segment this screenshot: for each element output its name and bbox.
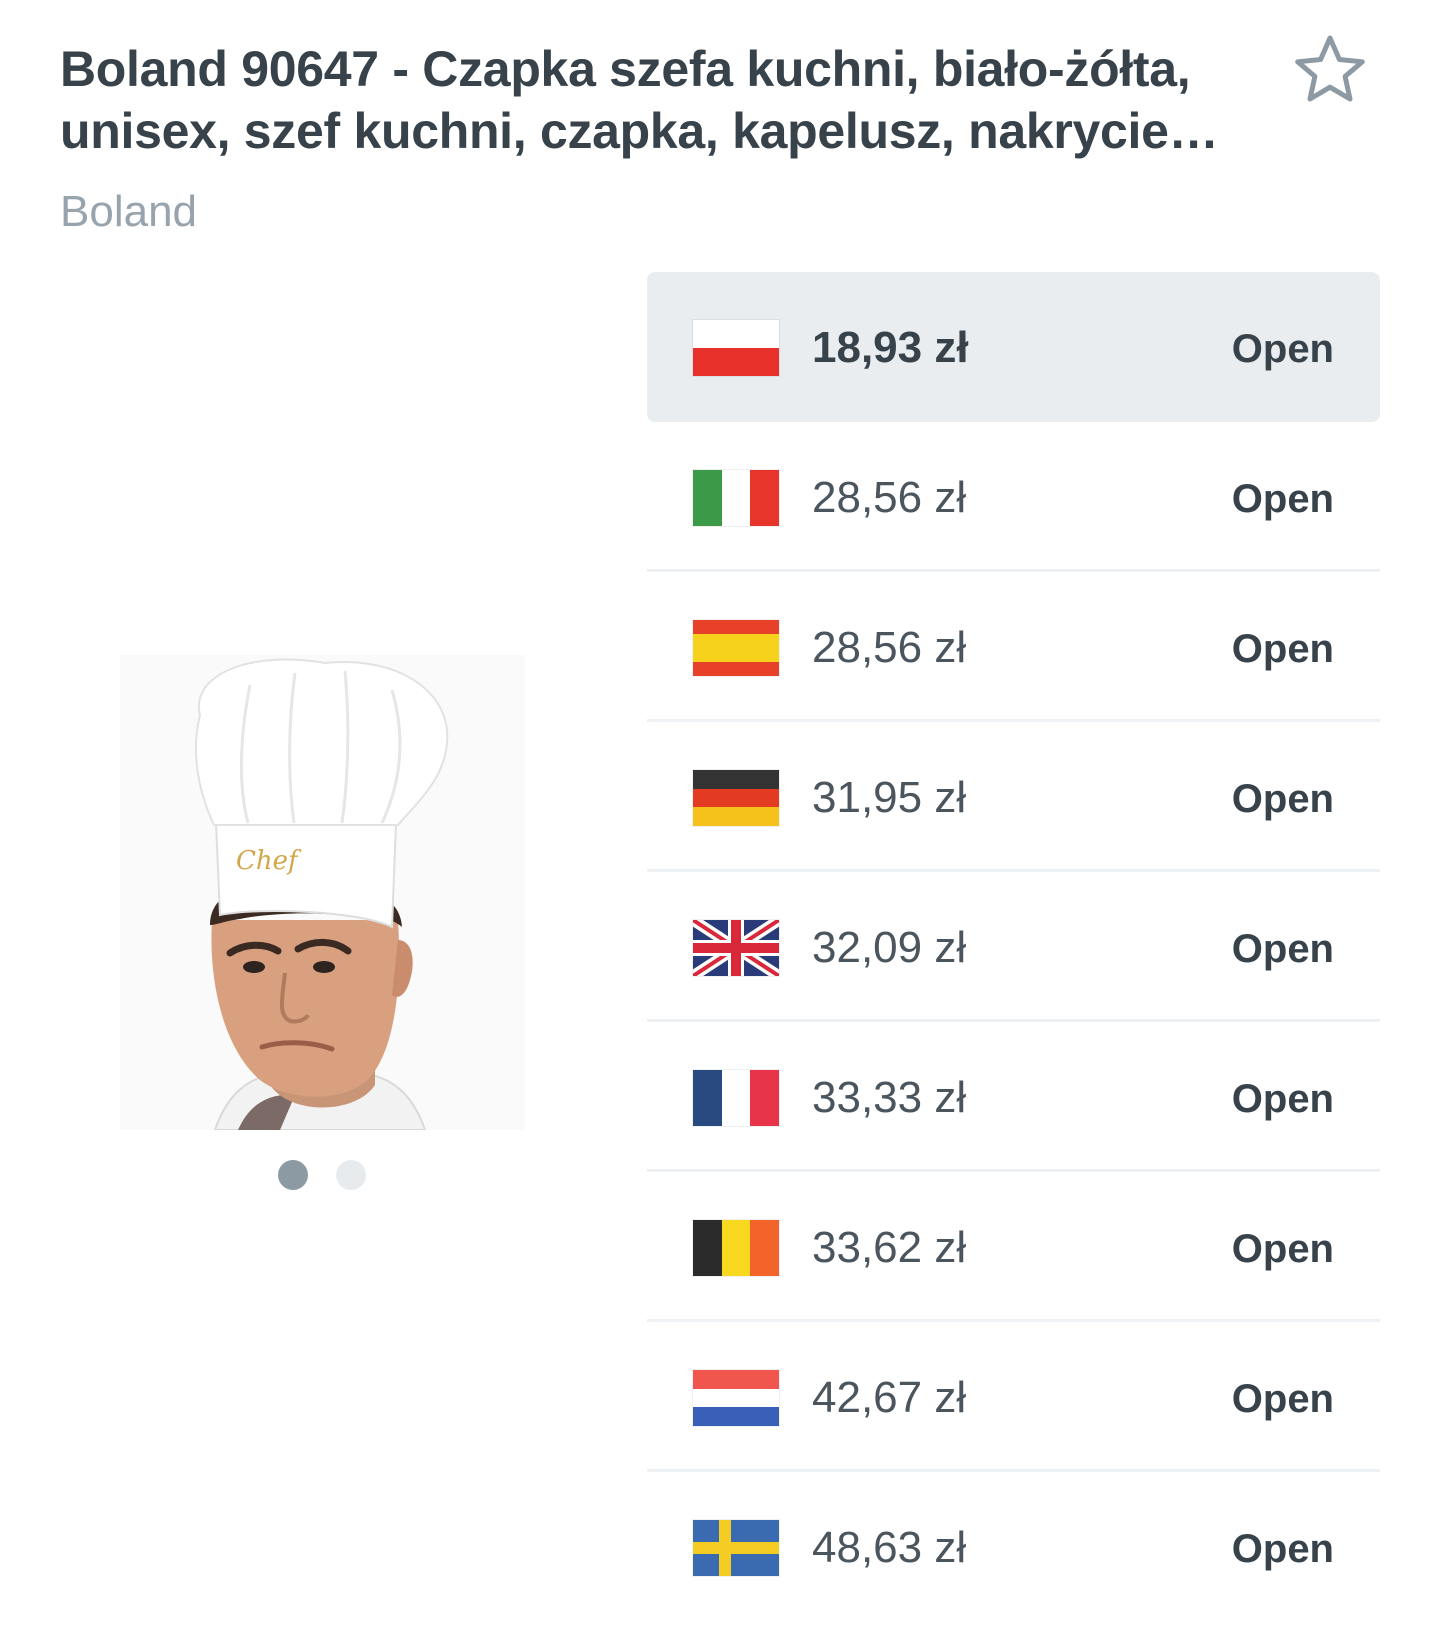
flag-uk-icon bbox=[693, 920, 779, 976]
product-title: Boland 90647 - Czapka szefa kuchni, biał… bbox=[60, 41, 1219, 159]
flag-france-icon bbox=[693, 1070, 779, 1126]
carousel-dot-1[interactable] bbox=[278, 1160, 308, 1190]
carousel-dot-2[interactable] bbox=[336, 1160, 366, 1190]
offer-price: 42,67 zł bbox=[812, 1373, 967, 1422]
offer-row-se[interactable]: 48,63 zł Open bbox=[647, 1472, 1380, 1622]
offer-price: 18,93 zł bbox=[812, 323, 969, 372]
offer-row-gb[interactable]: 32,09 zł Open bbox=[647, 872, 1380, 1022]
flag-poland-icon bbox=[693, 320, 779, 376]
offer-row-fr[interactable]: 33,33 zł Open bbox=[647, 1022, 1380, 1172]
open-button[interactable]: Open bbox=[1232, 771, 1334, 827]
open-button[interactable]: Open bbox=[1232, 621, 1334, 677]
open-button[interactable]: Open bbox=[1232, 321, 1334, 377]
offers-list: 18,93 zł Open 28,56 zł Open 28,56 zł Ope… bbox=[647, 272, 1380, 1622]
offer-row-be[interactable]: 33,62 zł Open bbox=[647, 1172, 1380, 1322]
offer-row-it[interactable]: 28,56 zł Open bbox=[647, 422, 1380, 572]
open-button[interactable]: Open bbox=[1232, 471, 1334, 527]
offer-row-pl[interactable]: 18,93 zł Open bbox=[647, 272, 1380, 422]
flag-italy-icon bbox=[693, 470, 779, 526]
offer-row-es[interactable]: 28,56 zł Open bbox=[647, 572, 1380, 722]
offer-price: 48,63 zł bbox=[812, 1523, 967, 1572]
hat-chef-text: Chef bbox=[236, 846, 302, 876]
open-button[interactable]: Open bbox=[1232, 1521, 1334, 1577]
offer-price: 32,09 zł bbox=[812, 923, 967, 972]
flag-netherlands-icon bbox=[693, 1370, 779, 1426]
open-button[interactable]: Open bbox=[1232, 921, 1334, 977]
offer-row-nl[interactable]: 42,67 zł Open bbox=[647, 1322, 1380, 1472]
offer-price: 33,62 zł bbox=[812, 1223, 967, 1272]
flag-spain-icon bbox=[693, 620, 779, 676]
open-button[interactable]: Open bbox=[1232, 1221, 1334, 1277]
offer-price: 28,56 zł bbox=[812, 473, 967, 522]
open-button[interactable]: Open bbox=[1232, 1071, 1334, 1127]
product-image[interactable]: Chef bbox=[120, 655, 525, 1131]
flag-sweden-icon bbox=[693, 1520, 779, 1576]
offer-row-de[interactable]: 31,95 zł Open bbox=[647, 722, 1380, 872]
flag-belgium-icon bbox=[693, 1220, 779, 1276]
offer-price: 28,56 zł bbox=[812, 623, 967, 672]
open-button[interactable]: Open bbox=[1232, 1371, 1334, 1427]
flag-germany-icon bbox=[693, 770, 779, 826]
offer-price: 33,33 zł bbox=[812, 1073, 967, 1122]
star-icon[interactable] bbox=[1290, 30, 1370, 110]
product-brand[interactable]: Boland bbox=[60, 186, 197, 238]
image-carousel-dots bbox=[278, 1160, 366, 1190]
offer-price: 31,95 zł bbox=[812, 773, 967, 822]
